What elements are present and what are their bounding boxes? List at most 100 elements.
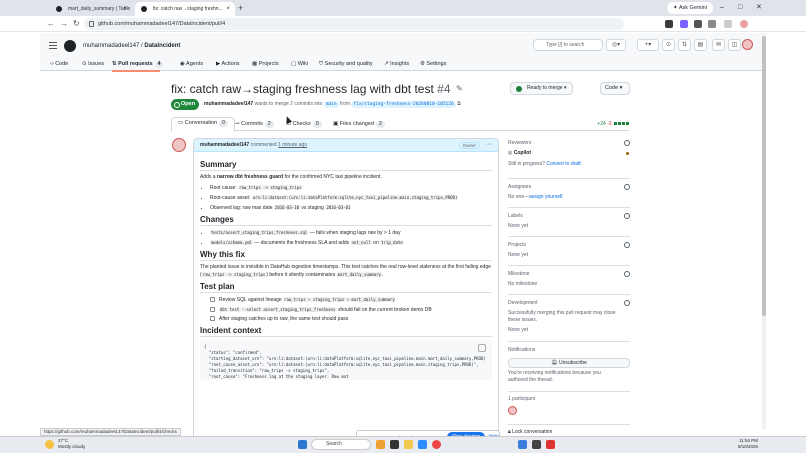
comment-author[interactable]: muhammadadeel147 (200, 142, 249, 148)
gear-icon[interactable] (624, 213, 630, 219)
comment-time[interactable]: 1 minute ago (278, 142, 307, 148)
repo-link[interactable]: DataIncident (144, 43, 180, 49)
nav-projects[interactable]: ▦ Projects (252, 59, 279, 69)
search-input[interactable]: Type [/] to search (533, 39, 603, 51)
copilot-icon[interactable]: ◎▾ (606, 39, 626, 51)
minimize-icon[interactable]: – (720, 2, 724, 14)
gear-icon[interactable] (624, 271, 630, 277)
terminal-icon[interactable] (532, 440, 541, 449)
issues-icon[interactable]: ⊙ (662, 39, 675, 51)
gear-icon[interactable] (624, 140, 630, 146)
close-tab-icon[interactable]: × (226, 2, 230, 16)
github-logo-icon[interactable] (64, 40, 76, 52)
lock-conversation[interactable]: 🔒︎ Lock conversation (508, 429, 630, 436)
unsubscribe-button[interactable]: 🔕︎ Unsubscribe (508, 358, 630, 368)
merge-status-label: Ready to merge (527, 85, 563, 91)
file-explorer-icon[interactable] (404, 440, 413, 449)
nav-label: Settings (426, 61, 447, 67)
milestone-heading[interactable]: Milestone (508, 271, 630, 278)
codespaces-icon[interactable]: ◫ (728, 39, 741, 51)
weather-widget[interactable]: 27°C Mostly cloudy (58, 438, 85, 450)
copy-branch-icon[interactable]: ⧉ (457, 101, 461, 107)
gear-icon[interactable] (624, 242, 630, 248)
task-view-icon[interactable] (390, 440, 399, 449)
code-button[interactable]: Code ▾ (600, 82, 630, 95)
taskbar-search[interactable]: Search (311, 439, 371, 450)
sidepanel-icon[interactable] (724, 20, 732, 28)
taskbar-clock[interactable]: 11:54 PM 8/10/2026 (738, 438, 758, 450)
reviewers-section: Reviewers ◎ Copilot Still in progress? C… (508, 140, 630, 168)
notifications-icon[interactable]: ✉ (712, 39, 725, 51)
participant-avatar[interactable] (508, 406, 517, 415)
merge-status-button[interactable]: Ready to merge ▾ (510, 82, 574, 95)
close-tab-icon[interactable]: × (123, 2, 127, 16)
create-new-icon[interactable]: +▾ (637, 39, 659, 51)
tab-conversation[interactable]: ▭ Conversation 0 (171, 117, 235, 132)
browser-tab-active[interactable]: fix: catch raw→staging freshn... × (135, 2, 235, 16)
nav-wiki[interactable]: ▢ Wiki (291, 59, 308, 69)
chrome-icon[interactable] (432, 440, 441, 449)
gear-icon[interactable] (624, 184, 630, 190)
tab-commits[interactable]: ⊸ Commits 2 (235, 119, 274, 129)
extensions-puzzle-icon[interactable] (708, 20, 716, 28)
windows-start-icon[interactable] (298, 440, 307, 449)
url-field[interactable]: github.com/muhammadadeel147/DataIncident… (84, 18, 624, 30)
new-tab-icon[interactable]: + (238, 2, 243, 14)
forward-icon[interactable]: → (60, 18, 68, 30)
reviewer-name[interactable]: Copilot (514, 150, 531, 156)
base-branch[interactable]: main (323, 101, 339, 108)
nav-settings[interactable]: ⚙ Settings (420, 59, 446, 69)
development-heading[interactable]: Development (508, 300, 630, 307)
scrollbar-thumb[interactable] (762, 36, 766, 316)
owner-link[interactable]: muhammadadeel147 (83, 43, 139, 49)
copy-icon[interactable] (478, 344, 486, 352)
comment-author-avatar[interactable] (172, 138, 186, 152)
nav-actions[interactable]: ▶ Actions (216, 59, 240, 69)
ask-gemini-button[interactable]: ✦ Ask Gemini (667, 2, 713, 14)
widgets-icon[interactable] (376, 440, 385, 449)
tab-count: 0 (219, 120, 228, 127)
extension-icon[interactable] (665, 20, 673, 28)
vscode-icon[interactable] (518, 440, 527, 449)
tab-favicon-icon (56, 6, 62, 12)
menu-icon[interactable] (49, 42, 57, 49)
extension-icon[interactable] (694, 20, 702, 28)
task-checkbox[interactable] (210, 307, 215, 312)
browser-tab[interactable]: mart_daily_summary | Table × (50, 2, 132, 16)
app-icon[interactable] (418, 440, 427, 449)
gear-icon[interactable] (624, 300, 630, 306)
assignees-heading[interactable]: Assignees (508, 184, 630, 191)
labels-heading[interactable]: Labels (508, 213, 630, 220)
extension-icon[interactable] (680, 20, 688, 28)
reload-icon[interactable]: ↻ (73, 18, 80, 30)
kebab-menu-icon[interactable]: ··· (485, 139, 492, 151)
nav-security[interactable]: ⛉ Security and quality (319, 59, 373, 69)
task-checkbox[interactable] (210, 297, 215, 302)
weather-icon[interactable] (45, 440, 54, 449)
nav-pull-requests[interactable]: ⇅ Pull requests 4 (112, 59, 164, 69)
nav-issues[interactable]: ⊙ Issues (82, 59, 104, 69)
window-close-icon[interactable]: ✕ (756, 2, 762, 14)
nav-label: Insights (390, 61, 410, 67)
site-info-icon[interactable] (89, 21, 94, 27)
head-branch[interactable]: fix/staging-freshness-20260810-105126 (351, 101, 456, 108)
projects-heading[interactable]: Projects (508, 242, 630, 249)
pr-author-link[interactable]: muhammadadeel147 (204, 101, 253, 107)
tab-files-changed[interactable]: ▣ Files changed 2 (333, 119, 385, 129)
pull-requests-icon[interactable]: ⇅ (678, 39, 691, 51)
nav-code[interactable]: ‹› Code (50, 59, 68, 69)
repositories-icon[interactable]: ▤ (694, 39, 707, 51)
user-avatar[interactable] (742, 39, 753, 50)
nav-insights[interactable]: ↗ Insights (384, 59, 409, 69)
task-checkbox[interactable] (210, 316, 215, 321)
convert-to-draft-link[interactable]: Convert to draft (546, 161, 580, 167)
profile-avatar-icon[interactable] (740, 20, 748, 28)
maximize-icon[interactable]: □ (738, 2, 742, 14)
assign-yourself-link[interactable]: assign yourself (529, 194, 562, 200)
back-icon[interactable]: ← (47, 18, 55, 30)
notifications-heading: Notifications (508, 347, 536, 353)
app-icon[interactable] (546, 440, 555, 449)
reviewers-heading[interactable]: Reviewers (508, 140, 630, 147)
edit-title-icon[interactable]: ✎ (456, 84, 463, 93)
nav-agents[interactable]: ◉ Agents (180, 59, 203, 69)
